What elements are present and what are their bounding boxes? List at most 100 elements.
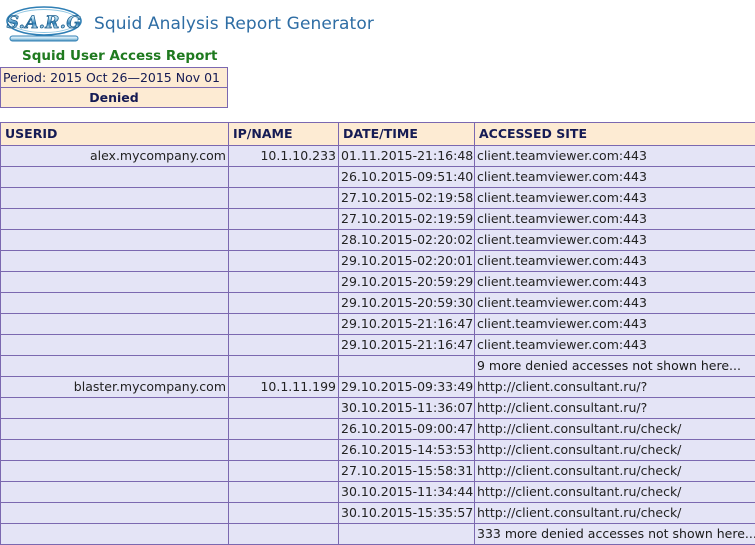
cell-userid [1, 482, 229, 503]
cell-userid [1, 503, 229, 524]
cell-accessed-site-link[interactable]: http://client.consultant.ru/check/ [475, 482, 755, 503]
cell-accessed-site-link[interactable]: client.teamviewer.com:443 [475, 230, 755, 251]
cell-userid[interactable]: alex.mycompany.com [1, 146, 229, 167]
table-body: alex.mycompany.com10.1.10.23301.11.2015-… [1, 146, 755, 545]
cell-date-time: 29.10.2015-21:16:47 [339, 314, 475, 335]
cell-accessed-site-link[interactable]: http://client.consultant.ru/check/ [475, 461, 755, 482]
cell-ip-name [229, 293, 339, 314]
cell-ip-name [229, 314, 339, 335]
cell-ip-name [229, 440, 339, 461]
cell-accessed-site-link[interactable]: http://client.consultant.ru/check/ [475, 419, 755, 440]
cell-userid [1, 293, 229, 314]
table-row: 30.10.2015-11:34:44http://client.consult… [1, 482, 755, 503]
table-row: 27.10.2015-02:19:59client.teamviewer.com… [1, 209, 755, 230]
cell-userid [1, 440, 229, 461]
report-heading: Squid User Access Report Period: 2015 Oc… [0, 46, 755, 108]
table-row: 29.10.2015-21:16:47client.teamviewer.com… [1, 335, 755, 356]
cell-userid [1, 356, 229, 377]
cell-userid [1, 461, 229, 482]
cell-date-time [339, 356, 475, 377]
cell-accessed-site-link[interactable]: client.teamviewer.com:443 [475, 146, 755, 167]
table-row: 27.10.2015-15:58:31http://client.consult… [1, 461, 755, 482]
cell-date-time: 29.10.2015-21:16:47 [339, 335, 475, 356]
access-report-table: USERID IP/NAME DATE/TIME ACCESSED SITE a… [0, 122, 755, 545]
report-title: Squid User Access Report [0, 46, 755, 67]
cell-userid [1, 188, 229, 209]
cell-ip-name [229, 272, 339, 293]
cell-ip-name [229, 335, 339, 356]
table-row: alex.mycompany.com10.1.10.23301.11.2015-… [1, 146, 755, 167]
cell-accessed-site-link[interactable]: http://client.consultant.ru/check/ [475, 503, 755, 524]
cell-accessed-site-link[interactable]: client.teamviewer.com:443 [475, 209, 755, 230]
cell-ip-name: 10.1.10.233 [229, 146, 339, 167]
masthead: S.A.R.G Squid Analysis Report Generator [0, 0, 755, 44]
table-row: 26.10.2015-09:51:40client.teamviewer.com… [1, 167, 755, 188]
cell-accessed-site-link[interactable]: client.teamviewer.com:443 [475, 335, 755, 356]
report-type-label: Denied [1, 88, 228, 108]
cell-date-time: 29.10.2015-02:20:01 [339, 251, 475, 272]
table-row: 30.10.2015-15:35:57http://client.consult… [1, 503, 755, 524]
report-label-row: Denied [1, 88, 228, 108]
cell-ip-name [229, 524, 339, 545]
table-row: 9 more denied accesses not shown here... [1, 356, 755, 377]
report-period-row: Period: 2015 Oct 26—2015 Nov 01 [1, 68, 228, 88]
cell-date-time: 29.10.2015-20:59:29 [339, 272, 475, 293]
svg-text:S.A.R.G: S.A.R.G [7, 13, 82, 33]
cell-date-time: 27.10.2015-15:58:31 [339, 461, 475, 482]
cell-date-time: 29.10.2015-20:59:30 [339, 293, 475, 314]
cell-accessed-site-link[interactable]: http://client.consultant.ru/? [475, 377, 755, 398]
cell-userid [1, 167, 229, 188]
cell-accessed-site-link[interactable]: client.teamviewer.com:443 [475, 272, 755, 293]
column-header-userid[interactable]: USERID [1, 123, 229, 146]
cell-date-time: 30.10.2015-15:35:57 [339, 503, 475, 524]
cell-userid [1, 251, 229, 272]
app-title: Squid Analysis Report Generator [94, 14, 374, 34]
cell-ip-name [229, 482, 339, 503]
cell-accessed-site-link[interactable]: client.teamviewer.com:443 [475, 314, 755, 335]
cell-ip-name [229, 503, 339, 524]
cell-date-time: 26.10.2015-14:53:53 [339, 440, 475, 461]
cell-date-time [339, 524, 475, 545]
table-row: 29.10.2015-20:59:29client.teamviewer.com… [1, 272, 755, 293]
cell-date-time: 28.10.2015-02:20:02 [339, 230, 475, 251]
report-period: Period: 2015 Oct 26—2015 Nov 01 [1, 68, 228, 88]
column-header-accessed-site[interactable]: ACCESSED SITE [475, 123, 755, 146]
cell-userid [1, 209, 229, 230]
cell-date-time: 30.10.2015-11:34:44 [339, 482, 475, 503]
table-row: 28.10.2015-02:20:02client.teamviewer.com… [1, 230, 755, 251]
cell-accessed-site-note: 9 more denied accesses not shown here... [475, 356, 755, 377]
cell-date-time: 26.10.2015-09:00:47 [339, 419, 475, 440]
cell-ip-name [229, 398, 339, 419]
table-row: 29.10.2015-21:16:47client.teamviewer.com… [1, 314, 755, 335]
cell-ip-name [229, 461, 339, 482]
cell-accessed-site-link[interactable]: http://client.consultant.ru/check/ [475, 440, 755, 461]
cell-date-time: 27.10.2015-02:19:58 [339, 188, 475, 209]
table-row: 26.10.2015-09:00:47http://client.consult… [1, 419, 755, 440]
cell-date-time: 01.11.2015-21:16:48 [339, 146, 475, 167]
cell-accessed-site-link[interactable]: client.teamviewer.com:443 [475, 188, 755, 209]
cell-ip-name [229, 419, 339, 440]
cell-userid [1, 398, 229, 419]
column-header-ip-name[interactable]: IP/NAME [229, 123, 339, 146]
cell-userid [1, 524, 229, 545]
cell-date-time: 26.10.2015-09:51:40 [339, 167, 475, 188]
cell-ip-name [229, 209, 339, 230]
report-meta-table: Period: 2015 Oct 26—2015 Nov 01 Denied [0, 67, 228, 108]
cell-userid [1, 314, 229, 335]
cell-userid[interactable]: blaster.mycompany.com [1, 377, 229, 398]
column-header-date-time[interactable]: DATE/TIME [339, 123, 475, 146]
table-row: 29.10.2015-20:59:30client.teamviewer.com… [1, 293, 755, 314]
cell-ip-name: 10.1.11.199 [229, 377, 339, 398]
cell-date-time: 27.10.2015-02:19:59 [339, 209, 475, 230]
table-row: 30.10.2015-11:36:07http://client.consult… [1, 398, 755, 419]
table-row: 26.10.2015-14:53:53http://client.consult… [1, 440, 755, 461]
table-row: 333 more denied accesses not shown here.… [1, 524, 755, 545]
cell-date-time: 30.10.2015-11:36:07 [339, 398, 475, 419]
cell-accessed-site-link[interactable]: client.teamviewer.com:443 [475, 167, 755, 188]
cell-accessed-site-link[interactable]: client.teamviewer.com:443 [475, 293, 755, 314]
cell-ip-name [229, 356, 339, 377]
cell-accessed-site-link[interactable]: client.teamviewer.com:443 [475, 251, 755, 272]
cell-accessed-site-note: 333 more denied accesses not shown here.… [475, 524, 755, 545]
cell-accessed-site-link[interactable]: http://client.consultant.ru/? [475, 398, 755, 419]
cell-ip-name [229, 167, 339, 188]
